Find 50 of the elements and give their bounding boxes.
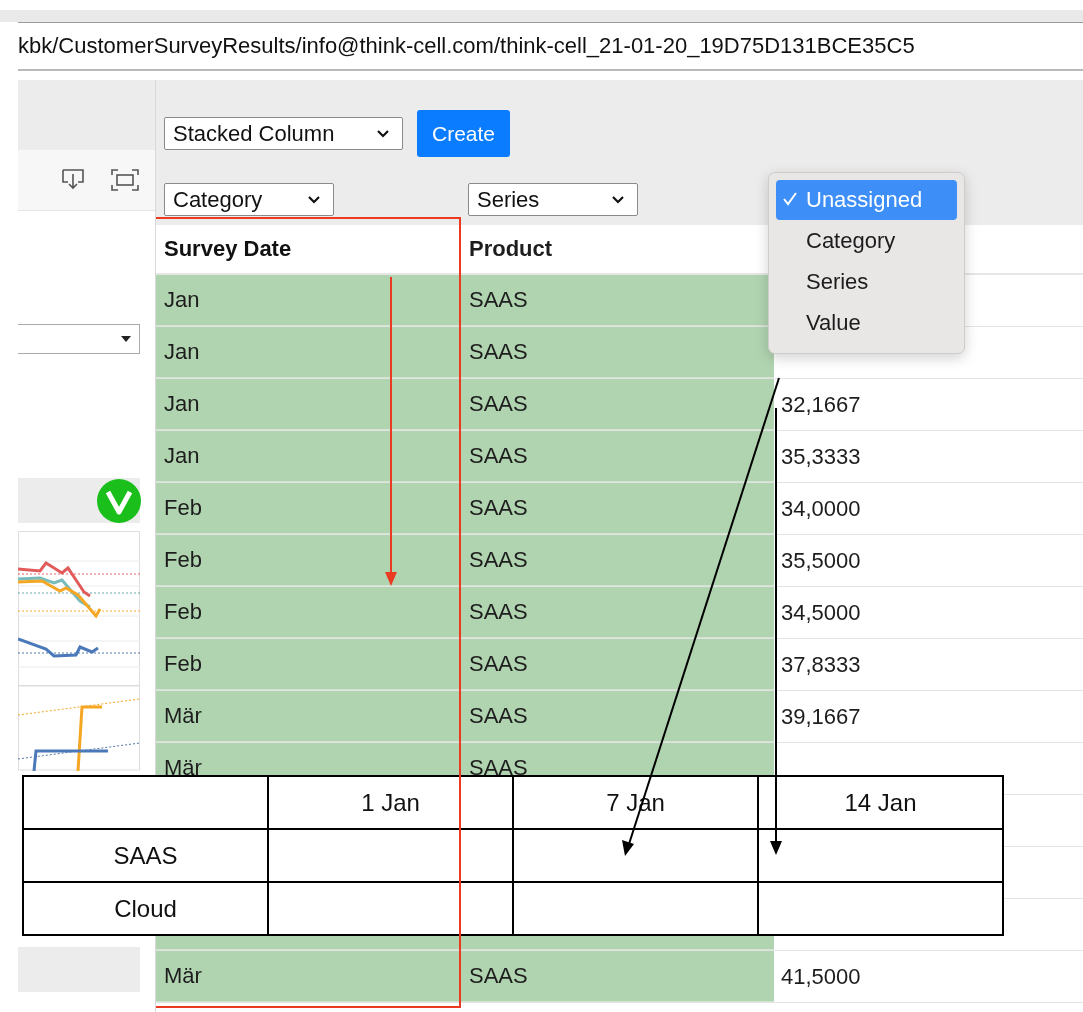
table-cell-text: 35,5000 bbox=[780, 546, 862, 575]
table-cell: Feb bbox=[156, 639, 461, 690]
table-cell-text: 37,8333 bbox=[780, 650, 862, 679]
table-cell: Jan bbox=[156, 275, 461, 326]
table-cell-text: 32,1667 bbox=[780, 390, 862, 419]
table-cell: Jan bbox=[156, 327, 461, 378]
table-cell: SAAS bbox=[461, 483, 774, 534]
menu-item[interactable]: Value bbox=[776, 302, 957, 343]
table-cell-text: 41,5000 bbox=[780, 962, 862, 991]
download-icon[interactable] bbox=[61, 168, 85, 192]
role-dropdown[interactable]: Series bbox=[468, 183, 638, 216]
table-cell: Jan bbox=[156, 379, 461, 430]
table-cell: Jan bbox=[156, 431, 461, 482]
table-cell: SAAS bbox=[461, 431, 774, 482]
table-cell: Feb bbox=[156, 535, 461, 586]
table-cell: SAAS bbox=[461, 639, 774, 690]
table-cell: SAAS bbox=[461, 379, 774, 430]
chart-type-dropdown[interactable]: Stacked Column bbox=[164, 117, 403, 150]
table-cell: Mär bbox=[156, 691, 461, 742]
table-cell: Feb bbox=[156, 483, 461, 534]
column-header: Product bbox=[468, 235, 554, 263]
table-cell: Feb bbox=[156, 587, 461, 638]
table-cell-text: 34,5000 bbox=[780, 598, 862, 627]
table-cell-text: 39,1667 bbox=[780, 702, 862, 731]
table-cell: SAAS bbox=[461, 327, 774, 378]
column-header: Survey Date bbox=[163, 235, 293, 263]
row-header-cell: Cloud bbox=[23, 882, 268, 935]
table-cell: Mär bbox=[156, 951, 461, 1002]
table-cell-text: 35,3333 bbox=[780, 442, 862, 471]
role-dropdown[interactable]: Category bbox=[164, 183, 334, 216]
table-cell: SAAS bbox=[461, 535, 774, 586]
caret-icon bbox=[121, 336, 131, 342]
table-cell: SAAS bbox=[461, 587, 774, 638]
table-header-cell: 1 Jan bbox=[268, 776, 513, 829]
table-header-cell: 14 Jan bbox=[758, 776, 1003, 829]
dropdown-field[interactable] bbox=[18, 324, 140, 354]
check-icon bbox=[782, 190, 798, 207]
table-cell: SAAS bbox=[461, 951, 774, 1002]
table-cell-text: 34,0000 bbox=[780, 494, 862, 523]
table-cell: SAAS bbox=[461, 691, 774, 742]
chevron-icon bbox=[376, 129, 390, 138]
menu-item[interactable]: Category bbox=[776, 220, 957, 261]
chevron-icon bbox=[611, 195, 625, 204]
chevron-icon bbox=[307, 195, 321, 204]
fullscreen-icon[interactable] bbox=[111, 169, 139, 191]
create-button[interactable]: Create bbox=[417, 110, 511, 157]
url-text[interactable]: kbk/CustomerSurveyResults/info@think-cell.com/think-cell_21-01-20_19D75D131BCE35C5 bbox=[18, 33, 915, 59]
check-icon bbox=[96, 477, 142, 524]
menu-item[interactable]: Series bbox=[776, 261, 957, 302]
row-header-cell: SAAS bbox=[23, 829, 268, 882]
